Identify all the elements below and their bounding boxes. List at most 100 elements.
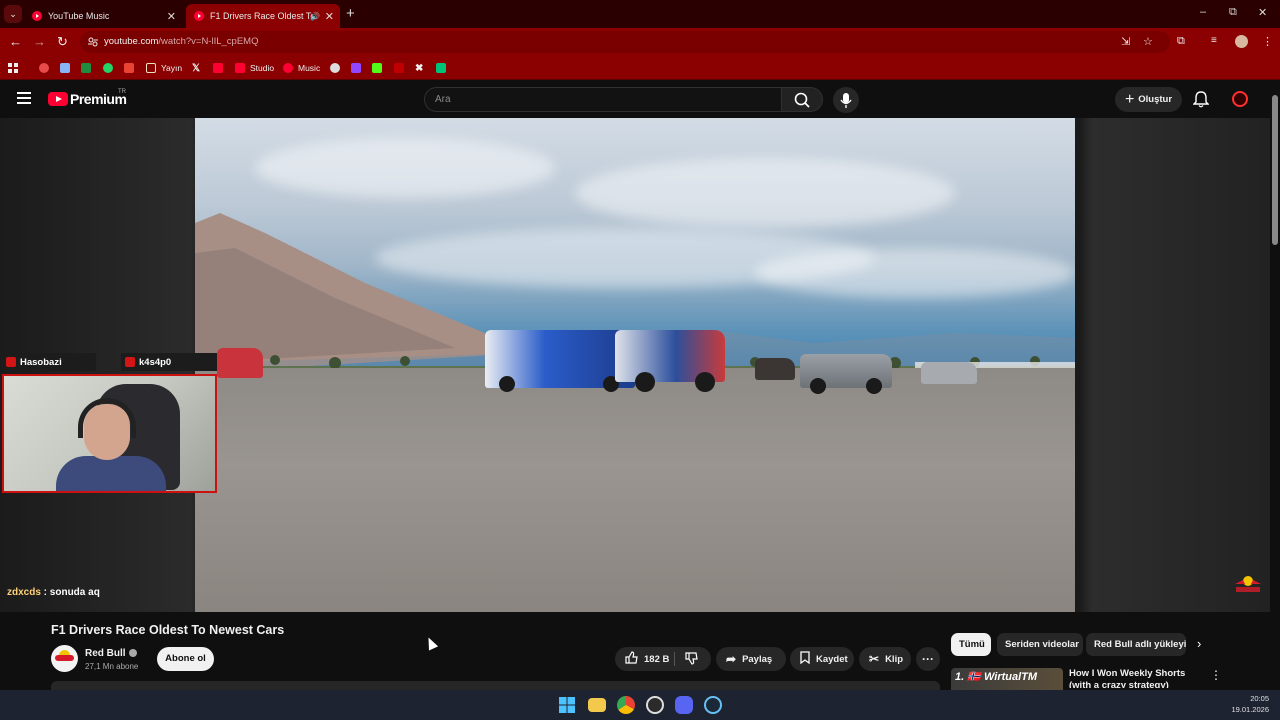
- chrome-icon[interactable]: [617, 696, 635, 714]
- bookmark-item[interactable]: [351, 61, 366, 75]
- subscribe-button[interactable]: Abone ol: [157, 647, 214, 671]
- bookmark-item[interactable]: [39, 61, 54, 75]
- recommended-video-title[interactable]: How I Won Weekly Shorts (with a crazy st…: [1069, 668, 1205, 688]
- bookmark-icon: [800, 651, 810, 667]
- back-button[interactable]: ←: [9, 34, 22, 49]
- bookmark-folder-yayin[interactable]: Yayın: [146, 61, 182, 75]
- menu-hamburger-icon[interactable]: [17, 92, 31, 104]
- tab-youtube-music[interactable]: YouTube Music ✕: [24, 4, 182, 28]
- tab-close-icon[interactable]: ✕: [325, 10, 334, 23]
- youtube-music-favicon-icon: [32, 11, 42, 21]
- bookmark-item[interactable]: [394, 61, 409, 75]
- sparkle-icon: [60, 63, 70, 73]
- vintage-car: [755, 358, 795, 380]
- bookmarks-bar: Yayın 𝕏 Studio Music ✖: [0, 56, 1280, 80]
- chat-user-badge: k4s4p0: [121, 353, 217, 371]
- bookmark-item[interactable]: [60, 61, 75, 75]
- system-clock[interactable]: 20:05 19.01.2026: [1229, 693, 1269, 715]
- bookmark-item[interactable]: [213, 61, 228, 75]
- search-button[interactable]: [781, 87, 823, 112]
- dislike-thumbs-down-icon[interactable]: [685, 652, 698, 668]
- chip-all[interactable]: Tümü: [951, 633, 991, 656]
- chat-message-user: zdxcds: [7, 587, 41, 598]
- obs-icon[interactable]: [646, 696, 664, 714]
- chip-series-videos[interactable]: Seriden videolar: [997, 633, 1083, 656]
- file-explorer-icon[interactable]: [588, 698, 606, 712]
- tab-active-video[interactable]: F1 Drivers Race Oldest To N 🔊 ✕: [186, 4, 340, 28]
- search-input[interactable]: Ara: [424, 87, 782, 112]
- clip-button[interactable]: ✂ Klip: [859, 647, 911, 671]
- reload-button[interactable]: ↻: [57, 34, 68, 50]
- notifications-bell-icon[interactable]: [1192, 91, 1210, 113]
- twitch-icon: [351, 63, 361, 73]
- steam-icon[interactable]: [704, 696, 722, 714]
- install-app-icon[interactable]: ⇲: [1121, 35, 1130, 48]
- new-tab-button[interactable]: +: [346, 5, 355, 22]
- restore-button[interactable]: ⧉: [1229, 6, 1237, 19]
- bookmark-favicon-icon: [39, 63, 49, 73]
- chat-username: k4s4p0: [139, 356, 172, 368]
- bookmark-item[interactable]: 𝕏: [192, 61, 200, 75]
- bookmark-item[interactable]: [436, 61, 451, 75]
- webcam-overlay: [2, 374, 217, 493]
- folder-icon: [146, 63, 156, 73]
- create-label: Oluştur: [1138, 94, 1173, 105]
- chevron-right-icon[interactable]: ›: [1197, 636, 1201, 651]
- create-button[interactable]: + Oluştur: [1115, 87, 1182, 112]
- red-car: [217, 348, 263, 378]
- tab-close-icon[interactable]: ✕: [167, 10, 176, 23]
- url-path: /watch?v=N-lIL_cpEMQ: [158, 36, 259, 47]
- bookmark-item[interactable]: [372, 61, 387, 75]
- apps-grid-icon[interactable]: [8, 61, 18, 75]
- bookmark-item[interactable]: ✖: [415, 61, 423, 75]
- windows-start-icon[interactable]: [558, 696, 576, 714]
- browser-toolbar: ← → ↻ youtube.com/watch?v=N-lIL_cpEMQ ⇲ …: [0, 28, 1280, 56]
- voice-search-button[interactable]: [833, 87, 859, 113]
- address-bar[interactable]: youtube.com/watch?v=N-lIL_cpEMQ: [80, 31, 1170, 53]
- bookmark-item[interactable]: [103, 61, 118, 75]
- extensions-icon[interactable]: ⧉: [1177, 35, 1185, 48]
- window-close-button[interactable]: ✕: [1258, 6, 1267, 19]
- media-controls-icon[interactable]: ≡: [1211, 35, 1217, 46]
- scrollbar-thumb[interactable]: [1272, 95, 1278, 245]
- recommended-video-thumbnail[interactable]: 1. 🇳🇴 WirtualTM: [951, 668, 1063, 690]
- audio-playing-icon[interactable]: 🔊: [310, 12, 320, 21]
- account-avatar[interactable]: [1232, 91, 1248, 107]
- channel-name[interactable]: Red Bull: [85, 648, 137, 659]
- discord-icon[interactable]: [675, 696, 693, 714]
- bookmark-favicon-icon: [436, 63, 446, 73]
- streamer-body: [56, 456, 166, 491]
- video-title: F1 Drivers Race Oldest To Newest Cars: [51, 623, 285, 637]
- page-scrollbar[interactable]: [1270, 81, 1280, 687]
- chat-message: zdxcds : sonuda aq: [7, 587, 100, 598]
- minimize-button[interactable]: –: [1200, 6, 1206, 18]
- url-text: youtube.com/watch?v=N-lIL_cpEMQ: [104, 36, 258, 47]
- channel-avatar[interactable]: [51, 645, 78, 672]
- like-count[interactable]: 182 B: [644, 654, 669, 665]
- bookmark-item[interactable]: [124, 61, 139, 75]
- bookmark-star-icon[interactable]: ☆: [1143, 35, 1153, 48]
- share-button[interactable]: ➦ Paylaş: [716, 647, 786, 671]
- profile-avatar[interactable]: [1235, 35, 1248, 48]
- clock-time: 20:05: [1250, 694, 1269, 703]
- save-button[interactable]: Kaydet: [790, 647, 854, 671]
- bookmark-item[interactable]: [330, 61, 345, 75]
- like-thumbs-up-icon[interactable]: [625, 651, 638, 667]
- more-actions-button[interactable]: ···: [916, 647, 940, 671]
- site-info-icon[interactable]: [88, 37, 98, 47]
- youtube-logo-icon[interactable]: [48, 92, 68, 106]
- chip-red-bull-uploads[interactable]: Red Bull adlı yükleyici: [1086, 633, 1186, 656]
- youtube-badge-icon: [125, 357, 135, 367]
- kick-icon: [372, 63, 382, 73]
- bookmark-studio[interactable]: Studio: [235, 61, 274, 75]
- youtube-favicon-icon: [194, 11, 204, 21]
- tab-search-button[interactable]: ⌄: [4, 5, 22, 23]
- bookmark-music[interactable]: Music: [283, 61, 320, 75]
- x-icon: 𝕏: [192, 62, 201, 74]
- video-player[interactable]: [195, 118, 1075, 612]
- plus-icon: +: [1124, 90, 1135, 108]
- chrome-menu-icon[interactable]: ⋮: [1262, 35, 1273, 48]
- recommended-more-icon[interactable]: ⋮: [1210, 668, 1222, 682]
- forward-button[interactable]: →: [33, 34, 46, 49]
- bookmark-item[interactable]: [81, 61, 96, 75]
